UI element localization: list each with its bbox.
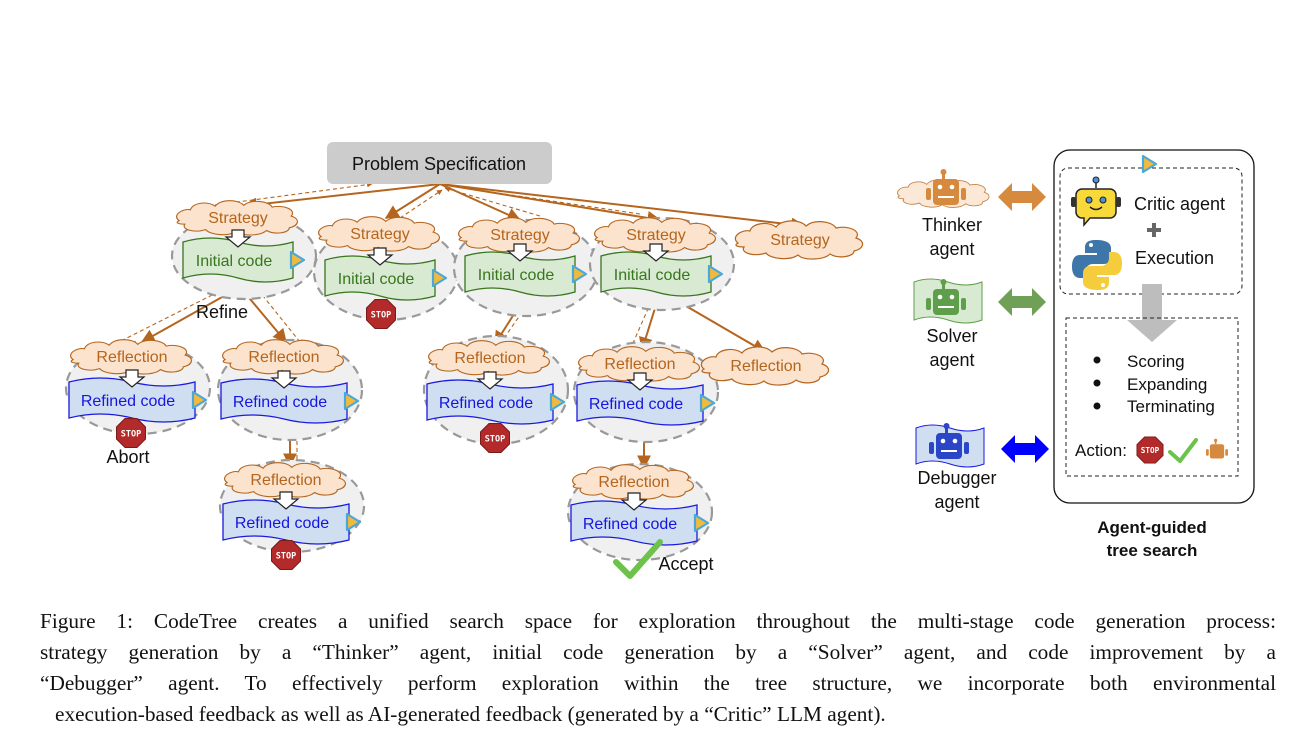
- level1-group-1: Strategy Initial code: [170, 200, 318, 301]
- initial-code-label: Initial code: [614, 267, 691, 284]
- level2-group-4: Reflection Refined code: [572, 340, 720, 444]
- svg-text:agent: agent: [929, 350, 974, 370]
- reflection-label: Reflection: [250, 472, 321, 489]
- reflection-label: Reflection: [96, 349, 167, 366]
- svg-text:Reflection: Reflection: [730, 358, 801, 375]
- caption-line: strategy generation by a “Thinker” agent…: [40, 640, 1276, 664]
- stop-icon: [480, 423, 510, 453]
- reflection-label: Reflection: [598, 474, 669, 491]
- level3-group-2: Reflection Refined code: [566, 462, 714, 562]
- strategy-label: Strategy: [208, 210, 268, 227]
- svg-text:Strategy: Strategy: [770, 232, 830, 249]
- refined-code-label: Refined code: [233, 394, 327, 411]
- svg-text:agent: agent: [934, 492, 979, 512]
- caption-line: “Debugger” agent. To effectively perform…: [40, 671, 1276, 695]
- stop-icon: [116, 418, 146, 448]
- accept-label: Accept: [658, 554, 713, 574]
- refined-code-label: Refined code: [439, 395, 533, 412]
- svg-text:Debugger: Debugger: [917, 468, 996, 488]
- refined-code-label: Refined code: [81, 393, 175, 410]
- thinker-double-arrow: [998, 183, 1046, 211]
- reflection-label: Reflection: [454, 350, 525, 367]
- refined-code-label: Refined code: [235, 515, 329, 532]
- level3-group-1: Reflection Refined code: [218, 458, 366, 554]
- initial-code-label: Initial code: [478, 267, 555, 284]
- refined-code-label: Refined code: [589, 396, 683, 413]
- thinker-agent: Thinker agent: [897, 169, 1046, 259]
- panel-title-line2: tree search: [1107, 541, 1198, 560]
- strategy-label: Strategy: [626, 227, 686, 244]
- bullet-scoring: Scoring: [1127, 352, 1185, 371]
- problem-specification-node: Problem Specification: [327, 142, 552, 184]
- initial-code-label: Initial code: [196, 253, 273, 270]
- figure-caption: Figure 1: CodeTree creates a unified sea…: [40, 606, 1276, 730]
- bullet-terminating: Terminating: [1127, 397, 1215, 416]
- strategy-label: Strategy: [490, 227, 550, 244]
- svg-text:Thinker: Thinker: [922, 215, 982, 235]
- caption-line: execution-based feedback as well as AI-g…: [55, 702, 886, 726]
- debugger-agent: Debugger agent: [915, 423, 1049, 512]
- refined-code-label: Refined code: [583, 516, 677, 533]
- level1-nodes: Strategy Initial code Strategy Initial code…: [170, 200, 736, 322]
- stop-icon: [366, 299, 396, 329]
- caption-line: Figure 1: CodeTree creates a unified sea…: [40, 609, 1276, 633]
- strategy-node-standalone: Strategy: [734, 220, 864, 260]
- solver-double-arrow: [998, 288, 1046, 316]
- bullet-expanding: Expanding: [1127, 375, 1207, 394]
- level1-group-3: Strategy Initial code: [452, 217, 600, 318]
- panel-title-line1: Agent-guided: [1097, 518, 1207, 537]
- level2-group-2: Reflection Refined code: [216, 338, 364, 442]
- level2-nodes: Reflection Refined code Reflection Refined …: [64, 334, 720, 562]
- action-label: Action:: [1075, 441, 1127, 460]
- reflection-label: Reflection: [604, 356, 675, 373]
- abort-label: Abort: [106, 447, 149, 467]
- stop-icon: [271, 540, 301, 570]
- strategy-label: Strategy: [350, 226, 410, 243]
- stop-icon: [1136, 436, 1164, 464]
- svg-text:agent: agent: [929, 239, 974, 259]
- execution-label: Execution: [1135, 248, 1214, 268]
- refine-label: Refine: [196, 302, 248, 322]
- solver-agent: Solver agent: [913, 278, 1046, 370]
- svg-text:Solver: Solver: [926, 326, 977, 346]
- debugger-double-arrow: [1001, 435, 1049, 463]
- initial-code-label: Initial code: [338, 271, 415, 288]
- agent-guided-panel: Critic agent Execution Scoring Expanding…: [1053, 149, 1255, 560]
- codetree-figure: STOP: [64, 142, 1255, 579]
- problem-specification-label: Problem Specification: [352, 154, 526, 174]
- critic-agent-label: Critic agent: [1134, 194, 1225, 214]
- reflection-label: Reflection: [248, 349, 319, 366]
- level1-group-4: Strategy Initial code: [588, 216, 736, 312]
- reflection-node-standalone: Reflection: [700, 346, 830, 386]
